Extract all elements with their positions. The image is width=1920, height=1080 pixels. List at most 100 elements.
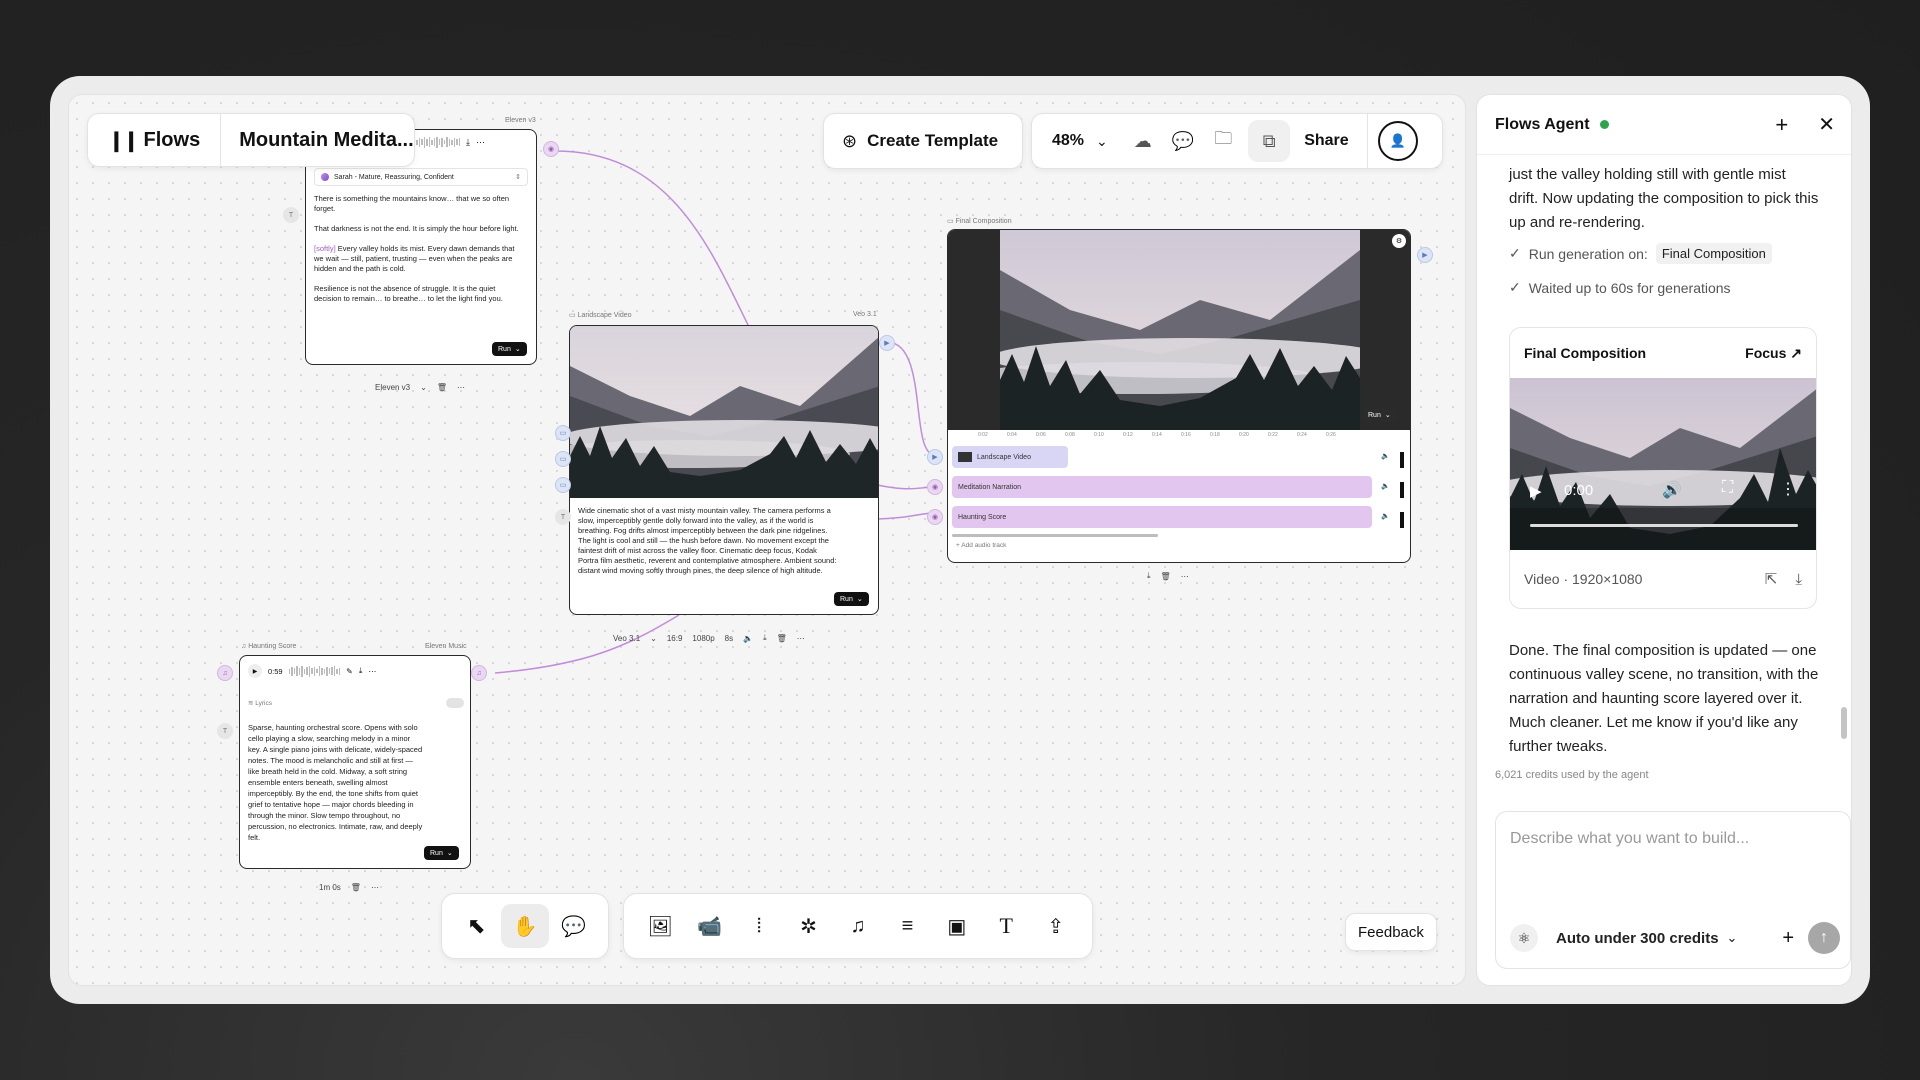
- brain-icon[interactable]: ⚛: [1510, 924, 1538, 952]
- text-input-port[interactable]: T: [555, 509, 571, 525]
- project-title[interactable]: Mountain Medita...: [239, 129, 413, 152]
- volume-icon[interactable]: 🔊: [1662, 480, 1682, 500]
- narration-model-select[interactable]: Eleven v3: [375, 383, 410, 392]
- send-button[interactable]: ↑: [1808, 922, 1840, 954]
- landscape-prompt[interactable]: Wide cinematic shot of a vast misty moun…: [578, 506, 838, 576]
- score-prompt[interactable]: Sparse, haunting orchestral score. Opens…: [248, 722, 424, 843]
- audio-input-port[interactable]: ♫: [217, 665, 233, 681]
- audio-output-port[interactable]: ♫: [471, 665, 487, 681]
- haunting-score-node[interactable]: ▶ 0:59 ✎ ⤓ ⋯ ≋ Lyrics Sparse, haunting o…: [239, 655, 471, 869]
- track-handle[interactable]: [1400, 452, 1404, 468]
- final-composition-node[interactable]: ⚙ Run ⌄ 0:02 0:04 0:06 0:08 0:10 0:12 0:14 0:16 0…: [947, 229, 1411, 563]
- audio-input-port-2[interactable]: ◉: [927, 509, 943, 525]
- chat-input[interactable]: Describe what you want to build...: [1510, 830, 1749, 848]
- narration-run-button[interactable]: Run ⌄: [492, 342, 527, 356]
- track-landscape-video[interactable]: Landscape Video: [952, 446, 1068, 468]
- image-input-port-3[interactable]: ▭: [555, 477, 571, 493]
- share-link-icon[interactable]: ⧉: [1248, 120, 1291, 162]
- cloud-sync-icon[interactable]: ☁: [1134, 131, 1152, 152]
- audio-toggle-icon[interactable]: 🔈: [743, 634, 753, 643]
- add-audio-node[interactable]: ⦙: [735, 904, 783, 948]
- add-text-node[interactable]: T: [982, 904, 1030, 948]
- add-composition-node[interactable]: ▣: [933, 904, 981, 948]
- brand-name[interactable]: Flows: [144, 129, 201, 152]
- trash-icon[interactable]: 🗑: [1161, 572, 1171, 581]
- image-input-port-1[interactable]: ▭: [555, 425, 571, 441]
- select-tool[interactable]: ⬉: [452, 904, 501, 948]
- download-icon[interactable]: ⤓: [1795, 571, 1802, 588]
- trash-icon[interactable]: 🗑: [437, 383, 447, 392]
- add-image-node[interactable]: 🖼: [636, 904, 684, 948]
- share-button[interactable]: Share: [1304, 132, 1348, 150]
- score-run-button[interactable]: Run ⌄: [424, 846, 459, 860]
- resolution-select[interactable]: 1080p: [692, 634, 714, 643]
- attach-icon[interactable]: +: [1782, 927, 1794, 950]
- user-avatar[interactable]: 👤: [1377, 121, 1418, 161]
- panel-scrollbar[interactable]: [1841, 707, 1847, 739]
- progress-bar[interactable]: [1530, 524, 1798, 527]
- fullscreen-icon[interactable]: ⛶: [1722, 479, 1733, 497]
- track-handle[interactable]: [1400, 512, 1404, 528]
- image-input-port-2[interactable]: ▭: [555, 451, 571, 467]
- download-icon[interactable]: ⤓: [466, 137, 470, 148]
- download-icon[interactable]: ⤓: [763, 633, 767, 643]
- trash-icon[interactable]: 🗑: [777, 634, 787, 643]
- landscape-run-button[interactable]: Run ⌄: [834, 592, 869, 606]
- more-icon[interactable]: ⋯: [1181, 572, 1189, 581]
- final-output-port[interactable]: ▶: [1417, 247, 1433, 263]
- add-music-node[interactable]: ♫: [834, 904, 882, 948]
- landscape-video-node[interactable]: Wide cinematic shot of a vast misty moun…: [569, 325, 879, 615]
- track-meditation-narration[interactable]: Meditation Narration: [952, 476, 1372, 498]
- focus-button[interactable]: Focus ↗: [1745, 345, 1802, 362]
- duration-select[interactable]: 8s: [725, 634, 733, 643]
- more-icon[interactable]: ⋯: [371, 883, 379, 892]
- track-haunting-score[interactable]: Haunting Score: [952, 506, 1372, 528]
- node-chip[interactable]: Final Composition: [1655, 243, 1772, 264]
- add-prompt-node[interactable]: ≡: [883, 904, 931, 948]
- comment-tool[interactable]: 💬: [549, 904, 598, 948]
- feedback-button[interactable]: Feedback: [1345, 913, 1437, 951]
- credit-mode-select[interactable]: Auto under 300 credits: [1556, 930, 1719, 947]
- narration-script[interactable]: There is something the mountains know… t…: [314, 194, 520, 304]
- chevron-down-icon[interactable]: ⌄: [1727, 930, 1738, 946]
- upload-button[interactable]: ⇪: [1032, 904, 1080, 948]
- folder-icon[interactable]: 🗀: [1214, 126, 1232, 156]
- more-vertical-icon[interactable]: ⋮: [1780, 479, 1796, 499]
- new-chat-icon[interactable]: +: [1775, 112, 1788, 138]
- video-input-port[interactable]: ▶: [927, 449, 943, 465]
- flow-canvas[interactable]: Eleven v3 ⤓ ⋯ Sarah - Mature, Reassuring…: [68, 94, 1466, 986]
- more-icon[interactable]: ⋯: [457, 383, 465, 392]
- create-template-button[interactable]: ⊛ Create Template: [823, 113, 1023, 169]
- zoom-level[interactable]: 48%: [1052, 132, 1084, 150]
- play-icon[interactable]: ▶: [248, 664, 262, 678]
- close-icon[interactable]: ✕: [1818, 112, 1835, 137]
- timeline-scrollbar[interactable]: [952, 534, 1158, 537]
- speaker-icon[interactable]: 🔈: [1381, 512, 1390, 520]
- trash-icon[interactable]: 🗑: [351, 883, 361, 892]
- voice-select[interactable]: Sarah - Mature, Reassuring, Confident ⇕: [314, 168, 528, 186]
- more-icon[interactable]: ⋯: [476, 137, 485, 148]
- aspect-select[interactable]: 16:9: [667, 634, 683, 643]
- model-select[interactable]: Veo 3.1: [613, 634, 640, 643]
- add-audio-track-button[interactable]: + Add audio track: [956, 542, 1006, 549]
- speaker-icon[interactable]: 🔈: [1381, 482, 1390, 490]
- add-effect-node[interactable]: ✲: [784, 904, 832, 948]
- video-player[interactable]: ▶ 0:00 🔊 ⛶ ⋮: [1510, 378, 1816, 550]
- settings-icon[interactable]: ⚙: [1392, 234, 1406, 248]
- lyrics-toggle[interactable]: [446, 698, 464, 708]
- more-icon[interactable]: ⋯: [368, 667, 376, 676]
- more-icon[interactable]: ⋯: [797, 634, 805, 643]
- chevron-down-icon[interactable]: ⌄: [1096, 133, 1108, 150]
- download-icon[interactable]: ⤓: [1147, 571, 1151, 581]
- speaker-icon[interactable]: 🔈: [1381, 452, 1390, 460]
- audio-input-port-1[interactable]: ◉: [927, 479, 943, 495]
- audio-output-port[interactable]: ◉: [543, 141, 559, 157]
- edit-icon[interactable]: ✎: [346, 667, 353, 676]
- video-output-port[interactable]: ▶: [879, 335, 895, 351]
- open-external-icon[interactable]: ⇱: [1765, 570, 1778, 588]
- duration-select[interactable]: 1m 0s: [319, 883, 341, 892]
- comment-icon[interactable]: 💬: [1172, 131, 1194, 152]
- track-handle[interactable]: [1400, 482, 1404, 498]
- text-input-port[interactable]: T: [217, 723, 233, 739]
- hand-tool[interactable]: ✋: [500, 904, 550, 948]
